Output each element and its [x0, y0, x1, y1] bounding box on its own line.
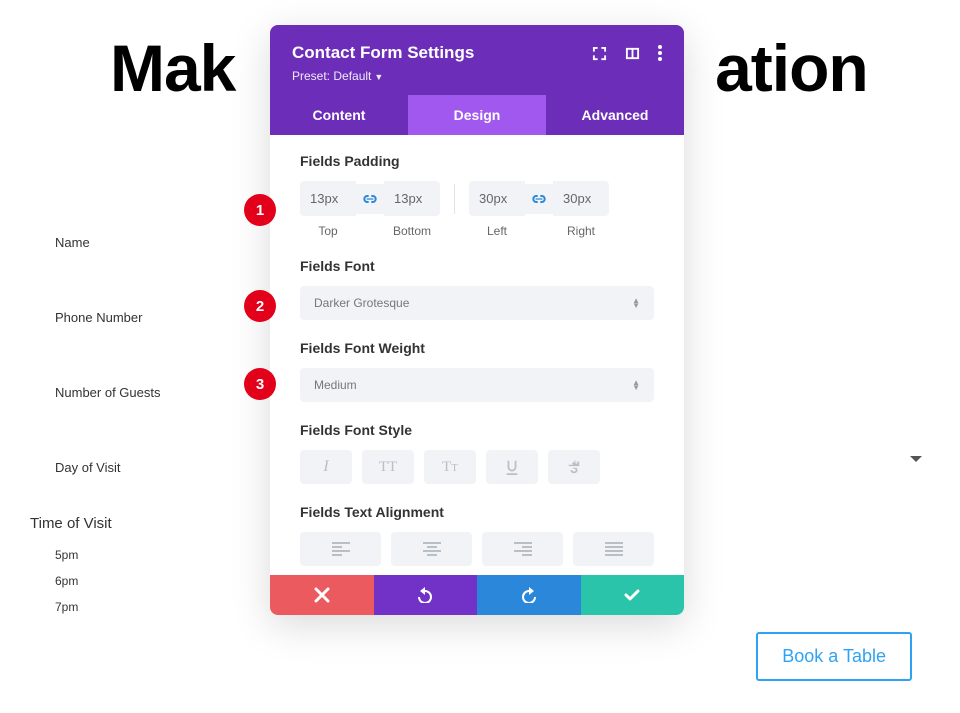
- panel-title: Contact Form Settings: [292, 43, 474, 63]
- expand-icon[interactable]: [592, 46, 607, 61]
- section-fields-font-style: Fields Font Style I TT TT: [300, 422, 654, 484]
- callout-2: 2: [244, 290, 276, 322]
- fields-style-label: Fields Font Style: [300, 422, 654, 438]
- panel-tabs: Content Design Advanced: [270, 95, 684, 135]
- italic-button[interactable]: I: [300, 450, 352, 484]
- background-form-fields: Name Phone Number Number of Guests Day o…: [55, 235, 161, 535]
- time-option-5pm[interactable]: 5pm: [55, 548, 78, 562]
- strikethrough-button[interactable]: [548, 450, 600, 484]
- time-of-visit-label: Time of Visit: [30, 515, 112, 532]
- divider: [454, 184, 455, 214]
- sort-caret-icon: ▲▼: [632, 380, 640, 390]
- panel-footer: [270, 575, 684, 615]
- section-fields-padding: Fields Padding Top Bottom: [300, 153, 654, 238]
- label-bottom: Bottom: [384, 224, 440, 238]
- capitalize-button[interactable]: TT: [424, 450, 476, 484]
- kebab-menu-icon[interactable]: [658, 45, 662, 61]
- field-day[interactable]: Day of Visit: [55, 460, 161, 475]
- fields-font-value: Darker Grotesque: [314, 296, 409, 310]
- tab-advanced[interactable]: Advanced: [546, 95, 684, 135]
- cancel-button[interactable]: [270, 575, 374, 615]
- panel-body: Fields Padding Top Bottom: [270, 135, 684, 575]
- underline-button[interactable]: [486, 450, 538, 484]
- section-fields-font-weight: Fields Font Weight Medium ▲▼: [300, 340, 654, 402]
- uppercase-button[interactable]: TT: [362, 450, 414, 484]
- label-left: Left: [469, 224, 525, 238]
- label-top: Top: [300, 224, 356, 238]
- columns-icon[interactable]: [625, 46, 640, 61]
- sort-caret-icon: ▲▼: [632, 298, 640, 308]
- fields-align-label: Fields Text Alignment: [300, 504, 654, 520]
- time-option-7pm[interactable]: 7pm: [55, 600, 78, 614]
- tab-design[interactable]: Design: [408, 95, 546, 135]
- field-phone[interactable]: Phone Number: [55, 310, 161, 325]
- padding-right-input[interactable]: [553, 181, 609, 216]
- preset-dropdown[interactable]: Preset: Default▼: [292, 69, 662, 83]
- fields-weight-value: Medium: [314, 378, 357, 392]
- align-right-button[interactable]: [482, 532, 563, 566]
- headline-part-right: ation: [715, 31, 868, 105]
- padding-top-input[interactable]: [300, 181, 356, 216]
- align-left-button[interactable]: [300, 532, 381, 566]
- section-fields-font: Fields Font Darker Grotesque ▲▼: [300, 258, 654, 320]
- fields-padding-label: Fields Padding: [300, 153, 654, 169]
- align-justify-button[interactable]: [573, 532, 654, 566]
- label-right: Right: [553, 224, 609, 238]
- link-icon[interactable]: [356, 184, 384, 214]
- caret-down-icon: ▼: [374, 72, 383, 82]
- book-a-table-button[interactable]: Book a Table: [756, 632, 912, 681]
- fields-weight-label: Fields Font Weight: [300, 340, 654, 356]
- padding-left-input[interactable]: [469, 181, 525, 216]
- time-option-6pm[interactable]: 6pm: [55, 574, 78, 588]
- headline-part-left: Mak: [110, 31, 235, 105]
- panel-header: Contact Form Settings Preset: Default▼: [270, 25, 684, 95]
- fields-weight-select[interactable]: Medium ▲▼: [300, 368, 654, 402]
- callout-3: 3: [244, 368, 276, 400]
- padding-bottom-input[interactable]: [384, 181, 440, 216]
- undo-button[interactable]: [374, 575, 478, 615]
- field-name[interactable]: Name: [55, 235, 161, 250]
- time-options: 5pm 6pm 7pm: [55, 548, 78, 626]
- preset-label: Preset: Default: [292, 69, 371, 83]
- section-fields-text-align: Fields Text Alignment: [300, 504, 654, 566]
- tab-content[interactable]: Content: [270, 95, 408, 135]
- confirm-button[interactable]: [581, 575, 685, 615]
- settings-panel: Contact Form Settings Preset: Default▼ C…: [270, 25, 684, 615]
- align-center-button[interactable]: [391, 532, 472, 566]
- fields-font-label: Fields Font: [300, 258, 654, 274]
- fields-font-select[interactable]: Darker Grotesque ▲▼: [300, 286, 654, 320]
- chevron-down-icon[interactable]: [910, 456, 922, 462]
- link-icon[interactable]: [525, 184, 553, 214]
- field-guests[interactable]: Number of Guests: [55, 385, 161, 400]
- callout-1: 1: [244, 194, 276, 226]
- redo-button[interactable]: [477, 575, 581, 615]
